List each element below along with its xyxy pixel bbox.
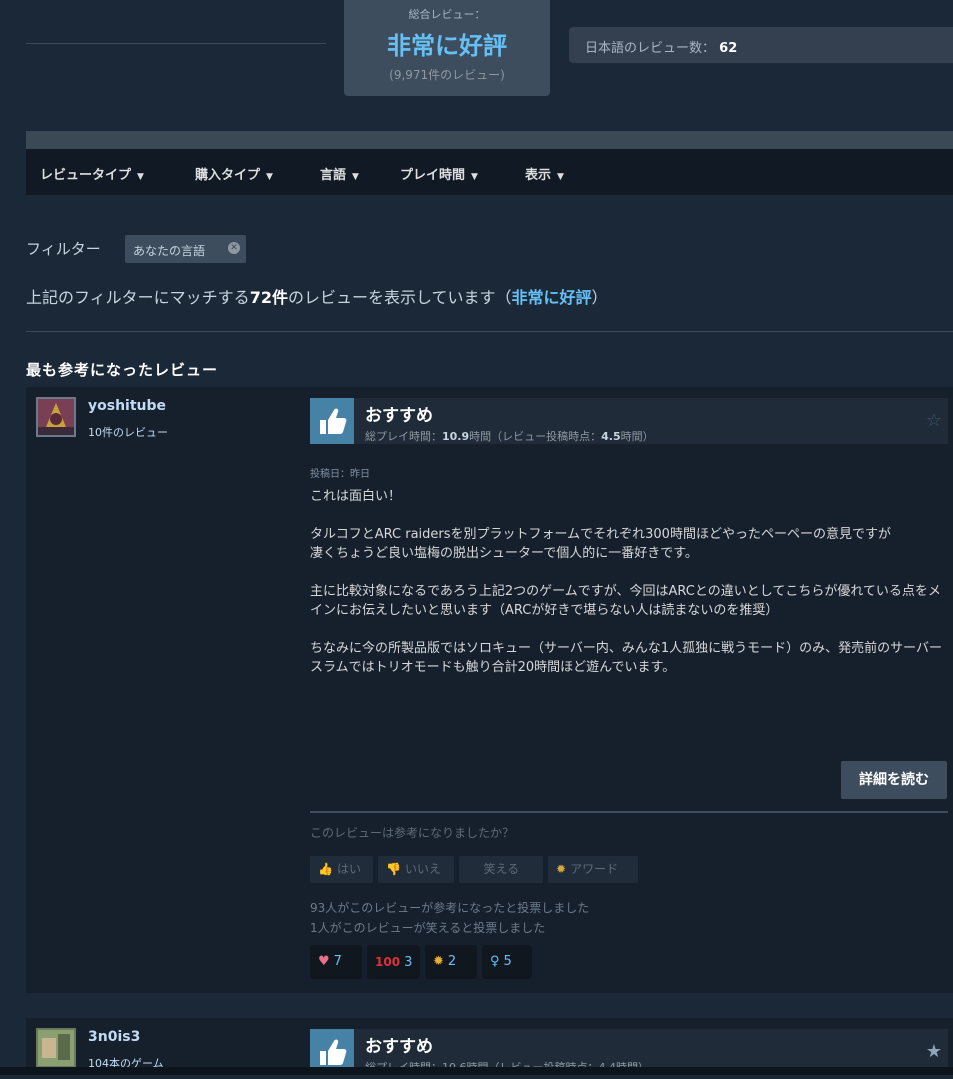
filter-purchase-type-label: 購入タイプ: [195, 168, 261, 183]
caret-down-icon: ▼: [137, 172, 144, 182]
filter-language-label: 言語: [320, 168, 347, 183]
thumbs-up-icon: [310, 398, 354, 444]
review-card: yoshitube 10件のレビュー おすすめ 総プレイ時間：10.9時間（レビ…: [26, 387, 953, 993]
medal-icon: ✹: [433, 954, 444, 969]
filter-chip-your-language[interactable]: あなたの言語 ✕: [125, 235, 246, 263]
review-graph-bar: [26, 131, 953, 149]
playtime-at-review: 4.5: [601, 430, 621, 443]
vote-yes-label: はい: [336, 862, 361, 876]
match-paren-open: （: [495, 288, 512, 307]
review-paragraph: これは面白い！: [310, 489, 402, 504]
award-icon: ✹: [556, 862, 567, 876]
reviewer-name[interactable]: 3n0is3: [88, 1029, 140, 1045]
remove-filter-icon[interactable]: ✕: [228, 242, 240, 254]
award-label: アワード: [570, 862, 619, 876]
award-count: 3: [404, 955, 413, 970]
match-suffix: のレビューを表示しています: [287, 288, 496, 307]
helpful-question: このレビューは参考になりましたか？: [310, 826, 515, 840]
vote-no-label: いいえ: [404, 862, 441, 876]
filter-review-type[interactable]: レビュータイプ ▼: [40, 164, 144, 183]
thumbs-up-small-icon: 👍: [318, 862, 333, 876]
star-outline-icon[interactable]: ☆: [926, 410, 942, 431]
award-count: 2: [447, 954, 457, 969]
heart-hands-award-icon[interactable]: ♥ 7: [310, 945, 362, 979]
section-divider: [26, 331, 953, 332]
filter-display[interactable]: 表示 ▼: [525, 164, 564, 183]
overall-review-count: (9,971件のレビュー): [389, 68, 505, 82]
filter-display-label: 表示: [525, 168, 552, 183]
thumbs-down-small-icon: 👎: [386, 862, 401, 876]
filter-playtime[interactable]: プレイ時間 ▼: [400, 164, 478, 183]
overall-review-summary[interactable]: 総合レビュー： 非常に好評 (9,971件のレビュー): [344, 0, 550, 96]
match-count: 72件: [249, 288, 288, 307]
review-paragraph: タルコフとARC raidersを別プラットフォームでそれぞれ300時間ほどやっ…: [310, 527, 891, 561]
vote-yes-button[interactable]: 👍 はい: [310, 856, 373, 883]
match-prefix: 上記のフィルターにマッチする: [26, 288, 250, 307]
playtime-suffix: 時間）: [620, 430, 654, 443]
award-count: 5: [503, 954, 512, 969]
review-filter-menu: レビュータイプ ▼ 購入タイプ ▼ 言語 ▼ プレイ時間 ▼ 表示 ▼: [26, 149, 953, 195]
recommendation-label: おすすめ: [365, 1037, 433, 1057]
reviewer-review-count[interactable]: 10件のレビュー: [88, 424, 168, 440]
overall-review-rating: 非常に好評: [387, 32, 507, 60]
filter-chip-label: あなたの言語: [133, 244, 206, 258]
caret-down-icon: ▼: [557, 172, 564, 182]
playtime-prefix: 総プレイ時間：: [365, 430, 442, 443]
vote-funny-button[interactable]: ☺ 笑える: [459, 856, 543, 883]
helpful-tally: 93人がこのレビューが参考になったと投票しました: [310, 901, 590, 915]
filter-playtime-label: プレイ時間: [400, 168, 466, 183]
hundred-icon: 100: [375, 955, 401, 969]
language-review-label: 日本語のレビュー数：: [585, 41, 716, 56]
vote-no-button[interactable]: 👎 いいえ: [378, 856, 454, 883]
award-button[interactable]: ✹ アワード: [548, 856, 638, 883]
review-paragraph: 主に比較対象になるであろう上記2つのゲームですが、今回はARCとの違いとしてこち…: [310, 584, 941, 618]
active-filters-label: フィルター: [26, 240, 101, 258]
filter-match-summary: 上記のフィルターにマッチする72件のレビューを表示しています（非常に好評）: [26, 284, 608, 308]
filter-review-type-label: レビュータイプ: [40, 168, 132, 183]
bottom-edge: [0, 1067, 953, 1075]
heart-hands-icon: ♥: [318, 954, 330, 969]
avatar[interactable]: [36, 397, 76, 437]
read-more-button[interactable]: 詳細を読む: [841, 761, 947, 799]
playtime-total: 10.9: [442, 430, 470, 443]
medal-award-icon[interactable]: ✹ 2: [425, 945, 477, 979]
filter-purchase-type[interactable]: 購入タイプ ▼: [195, 164, 273, 183]
review-body: これは面白い！ タルコフとARC raidersを別プラットフォームでそれぞれ3…: [310, 487, 948, 696]
award-count: 7: [333, 954, 342, 969]
funny-tally: 1人がこのレビューが笑えると投票しました: [310, 921, 546, 935]
reviewer-name[interactable]: yoshitube: [88, 398, 166, 414]
filter-language[interactable]: 言語 ▼: [320, 164, 359, 183]
caret-down-icon: ▼: [266, 172, 273, 182]
match-paren-close: ）: [591, 288, 608, 307]
ribbon-icon: ♀: [490, 954, 500, 969]
caret-down-icon: ▼: [471, 172, 478, 182]
playtime-info: 総プレイ時間：10.9時間（レビュー投稿時点：4.5時間）: [365, 428, 654, 444]
match-rating: 非常に好評: [511, 288, 592, 307]
ribbon-award-icon[interactable]: ♀ 5: [482, 945, 532, 979]
vote-funny-label: 笑える: [483, 862, 520, 876]
avatar[interactable]: [36, 1028, 76, 1068]
recommendation-label: おすすめ: [365, 406, 433, 426]
language-review-count: 62: [719, 41, 738, 56]
overall-review-label: 総合レビュー：: [408, 8, 486, 21]
funny-icon: ☺: [467, 862, 480, 876]
star-filled-icon[interactable]: ★: [926, 1041, 942, 1062]
playtime-mid: 時間（レビュー投稿時点：: [469, 430, 602, 443]
review-divider: [310, 811, 948, 813]
most-helpful-title: 最も参考になったレビュー: [26, 361, 219, 379]
recommendation-header[interactable]: おすすめ 総プレイ時間：10.9時間（レビュー投稿時点：4.5時間） ☆: [310, 398, 948, 444]
hundred-award-icon[interactable]: 100 3: [367, 945, 420, 979]
posted-date: 投稿日：昨日: [310, 469, 370, 480]
review-paragraph: ちなみに今の所製品版ではソロキュー（サーバー内、みんな1人孤独に戦うモード）のみ…: [310, 641, 943, 675]
summary-divider: [26, 43, 326, 44]
caret-down-icon: ▼: [352, 172, 359, 182]
text-fade: [310, 727, 948, 757]
language-review-summary: 日本語のレビュー数： 62: [569, 27, 953, 63]
